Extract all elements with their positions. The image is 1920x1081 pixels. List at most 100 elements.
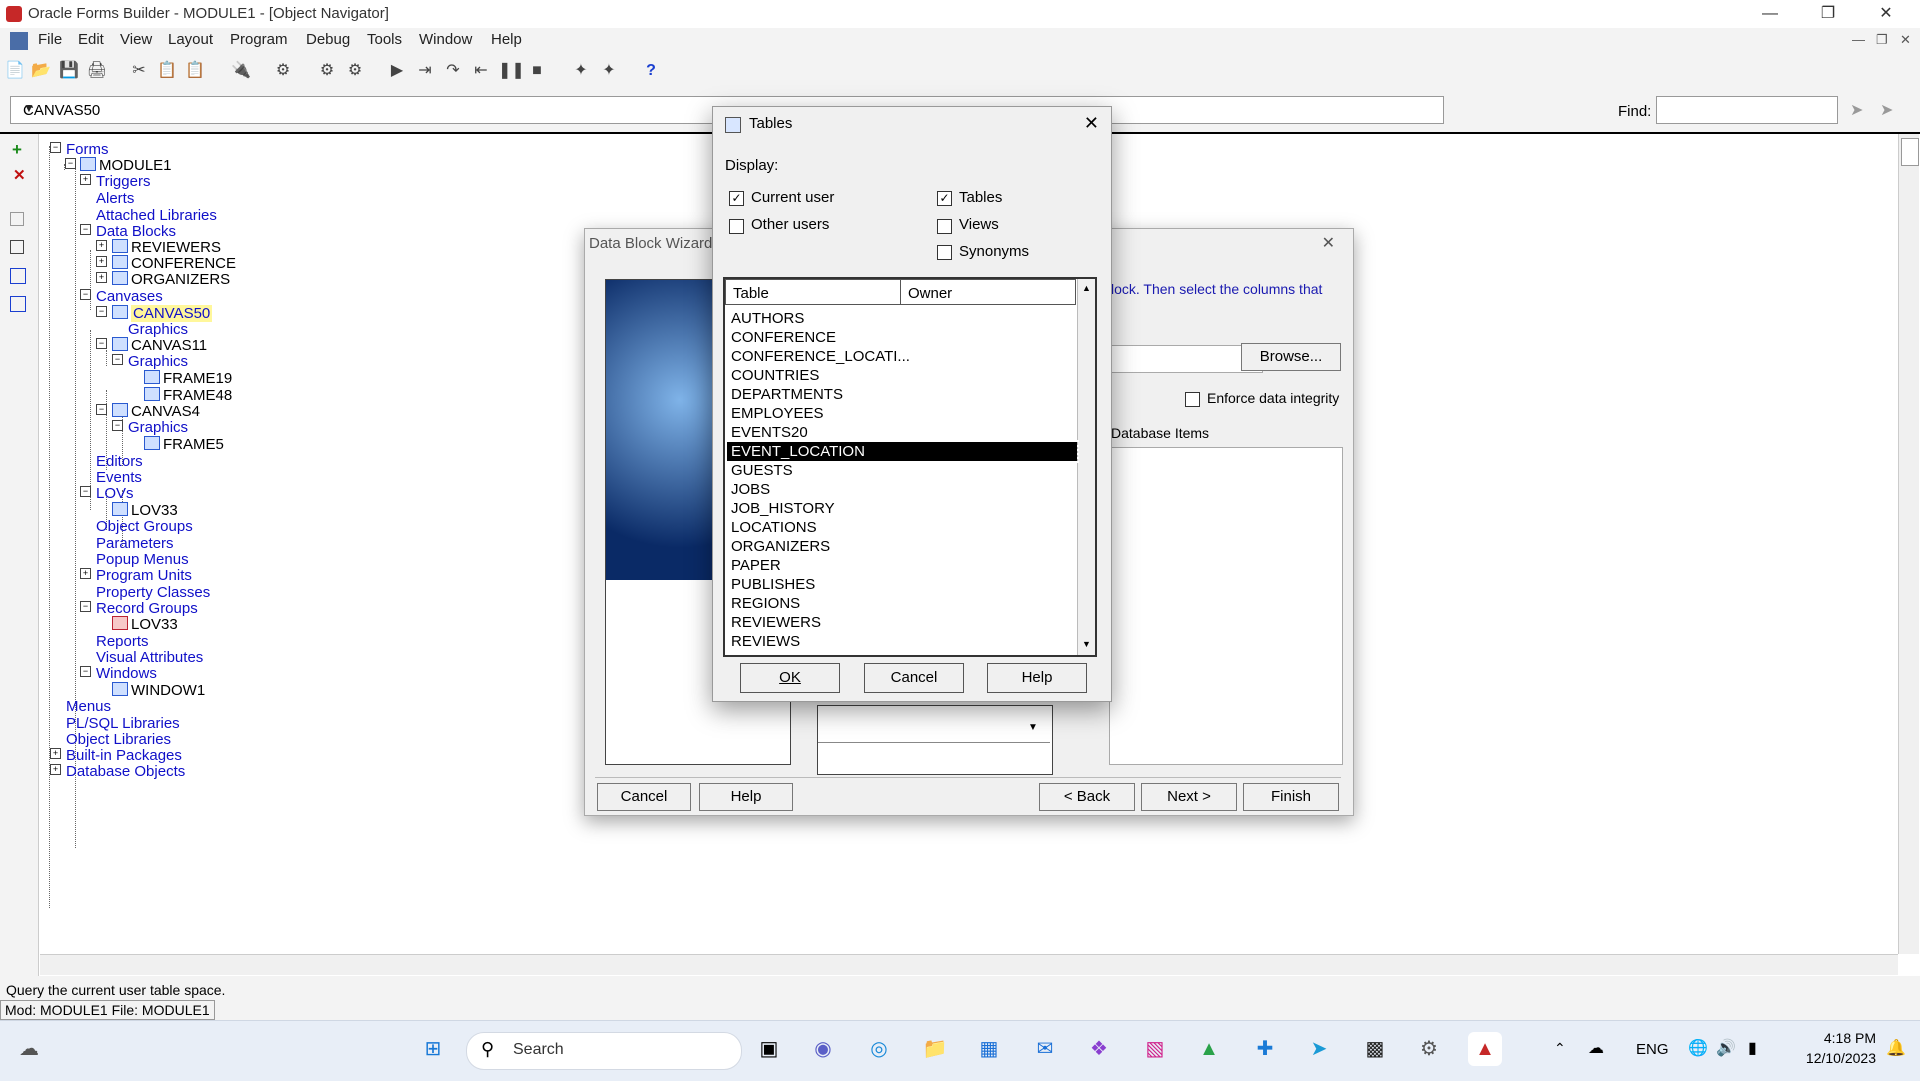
table-row[interactable]: REGIONS xyxy=(731,594,800,613)
table-row[interactable]: REVIEWERS xyxy=(731,613,821,632)
pause-icon[interactable]: ❚❚ xyxy=(498,60,525,82)
connect-icon[interactable]: 🔌 xyxy=(230,60,252,82)
save-icon[interactable]: 💾 xyxy=(58,60,80,82)
layout-wizard-icon[interactable]: ✦ xyxy=(598,60,620,82)
help-icon[interactable]: ? xyxy=(640,60,662,82)
teams-icon[interactable]: ◉ xyxy=(806,1032,840,1066)
clock-time[interactable]: 4:18 PM xyxy=(1800,1030,1876,1046)
menu-debug[interactable]: Debug xyxy=(306,31,350,48)
telegram-icon[interactable]: ➤ xyxy=(1302,1032,1336,1066)
find-input[interactable] xyxy=(1656,96,1838,124)
table-row[interactable]: LOCATIONS xyxy=(731,518,817,537)
copy-icon[interactable]: 📋 xyxy=(156,60,178,82)
stop-icon[interactable]: ■ xyxy=(526,60,548,82)
table-row[interactable]: GUESTS xyxy=(731,461,793,480)
menu-file[interactable]: File xyxy=(38,31,62,48)
run-form-icon[interactable]: ⚙ xyxy=(316,60,338,82)
mdi-close-button[interactable]: ✕ xyxy=(1900,32,1911,48)
debug-icon[interactable]: ⚙ xyxy=(344,60,366,82)
wizard-cancel-button[interactable]: Cancel xyxy=(597,783,691,811)
chevron-up-icon[interactable]: ⌃ xyxy=(1554,1040,1566,1057)
browse-button[interactable]: Browse... xyxy=(1241,343,1341,371)
create-icon[interactable]: + xyxy=(12,140,22,160)
tables-close-icon[interactable]: ✕ xyxy=(1084,113,1099,134)
table-row[interactable]: CONFERENCE_LOCATI... xyxy=(731,347,910,366)
mail-icon[interactable]: ✉ xyxy=(1028,1032,1062,1066)
menu-tools[interactable]: Tools xyxy=(367,31,402,48)
table-row[interactable]: EMPLOYEES xyxy=(731,404,824,423)
language-indicator[interactable]: ENG xyxy=(1636,1041,1669,1058)
tables-checkbox[interactable]: ✓ xyxy=(937,191,952,206)
step-out-icon[interactable]: ⇤ xyxy=(470,60,492,82)
scroll-up-icon[interactable]: ▲ xyxy=(1082,283,1091,293)
vertical-scrollbar[interactable] xyxy=(1898,134,1919,954)
tables-list[interactable]: Table Owner ▲ ▼ AUTHORS CONFERENCE CONFE… xyxy=(723,277,1097,657)
mdi-restore-button[interactable]: ❐ xyxy=(1876,32,1888,48)
paste-icon[interactable]: 📋 xyxy=(184,60,206,82)
enforce-integrity-checkbox[interactable] xyxy=(1185,392,1200,407)
go-icon[interactable]: ▶ xyxy=(386,60,408,82)
column-header-table[interactable]: Table xyxy=(725,279,901,305)
edge-icon[interactable]: ◎ xyxy=(862,1032,896,1066)
minimize-button[interactable]: — xyxy=(1742,0,1798,28)
store-icon[interactable]: ▦ xyxy=(972,1032,1006,1066)
tree-node-database-objects[interactable]: Database Objects xyxy=(66,762,185,782)
find-prev-icon[interactable]: ➤ xyxy=(1880,100,1893,120)
search-box[interactable]: ⚲ Search xyxy=(466,1032,742,1070)
vscode-icon[interactable]: ✚ xyxy=(1248,1032,1282,1066)
print-icon[interactable]: 🖨 xyxy=(86,60,108,82)
collapse-all-icon[interactable] xyxy=(10,296,26,312)
new-icon[interactable]: 📄 xyxy=(4,60,26,82)
wizard-close-icon[interactable]: ✕ xyxy=(1322,233,1335,253)
views-checkbox[interactable] xyxy=(937,219,952,234)
table-row[interactable]: ORGANIZERS xyxy=(731,537,830,556)
menu-view[interactable]: View xyxy=(120,31,152,48)
database-items-list[interactable] xyxy=(1109,447,1343,765)
table-row[interactable]: REVIEWS xyxy=(731,632,800,651)
network-icon[interactable]: 🌐 xyxy=(1688,1038,1708,1058)
synonyms-checkbox[interactable] xyxy=(937,245,952,260)
wizard-icon[interactable]: ✦ xyxy=(570,60,592,82)
file-explorer-icon[interactable]: 📁 xyxy=(918,1032,952,1066)
table-row[interactable]: DEPARTMENTS xyxy=(731,385,843,404)
step-over-icon[interactable]: ↷ xyxy=(442,60,464,82)
cancel-button[interactable]: Cancel xyxy=(864,663,964,693)
onedrive-icon[interactable]: ☁ xyxy=(1588,1038,1604,1058)
menu-window[interactable]: Window xyxy=(419,31,472,48)
compile-icon[interactable]: ⚙ xyxy=(272,60,294,82)
menu-help[interactable]: Help xyxy=(491,31,522,48)
menu-layout[interactable]: Layout xyxy=(168,31,213,48)
restore-button[interactable]: ❐ xyxy=(1800,0,1856,28)
package-icon[interactable]: ▲ xyxy=(1192,1032,1226,1066)
list-hscroll[interactable] xyxy=(818,742,1050,761)
wizard-help-button[interactable]: Help xyxy=(699,783,793,811)
scroll-down-icon[interactable]: ▼ xyxy=(1028,722,1038,733)
table-row[interactable]: PAPER xyxy=(731,556,781,575)
widgets-icon[interactable]: ☁ xyxy=(12,1032,46,1066)
current-user-checkbox[interactable]: ✓ xyxy=(729,191,744,206)
close-window-button[interactable]: ✕ xyxy=(1858,0,1914,28)
visual-studio-icon[interactable]: ❖ xyxy=(1082,1032,1116,1066)
battery-icon[interactable]: ▮ xyxy=(1748,1038,1757,1058)
start-icon[interactable]: ⊞ xyxy=(416,1032,450,1066)
column-header-owner[interactable]: Owner xyxy=(900,279,1076,305)
open-icon[interactable]: 📂 xyxy=(30,60,52,82)
find-next-icon[interactable]: ➤ xyxy=(1850,100,1863,120)
table-row[interactable]: COUNTRIES xyxy=(731,366,819,385)
collapse-icon[interactable] xyxy=(10,240,24,254)
tables-list-scrollbar[interactable]: ▲ ▼ xyxy=(1077,279,1095,655)
terminal-icon[interactable]: ▩ xyxy=(1358,1032,1392,1066)
table-row-selected[interactable]: EVENT_LOCATION xyxy=(725,440,1079,463)
wizard-next-button[interactable]: Next > xyxy=(1141,783,1237,811)
intellij-icon[interactable]: ▧ xyxy=(1138,1032,1172,1066)
menu-edit[interactable]: Edit xyxy=(78,31,104,48)
volume-icon[interactable]: 🔊 xyxy=(1716,1038,1736,1058)
ok-button[interactable]: OK xyxy=(740,663,840,693)
table-row[interactable]: EVENTS20 xyxy=(731,423,808,442)
step-into-icon[interactable]: ⇥ xyxy=(414,60,436,82)
notification-icon[interactable]: 🔔 xyxy=(1886,1038,1906,1058)
horizontal-scrollbar[interactable] xyxy=(40,954,1898,975)
task-view-icon[interactable]: ▣ xyxy=(752,1032,786,1066)
expand-icon[interactable] xyxy=(10,212,24,226)
table-row[interactable]: JOBS xyxy=(731,480,770,499)
